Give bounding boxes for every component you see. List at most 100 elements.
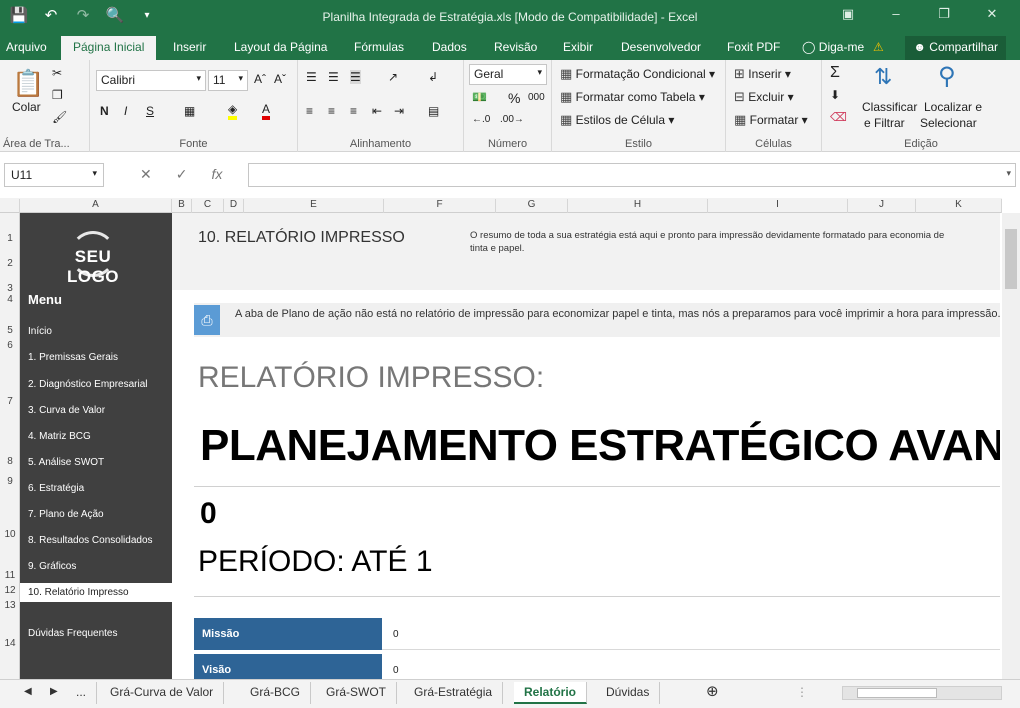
- sheet-tab-bcg[interactable]: Grá-BCG: [240, 682, 312, 704]
- increase-indent-icon[interactable]: ⇥: [394, 104, 404, 118]
- column-header[interactable]: I: [708, 199, 848, 213]
- sidebar-item-premissas[interactable]: 1. Premissas Gerais: [28, 352, 118, 363]
- next-sheet-icon[interactable]: ▶: [40, 682, 68, 704]
- sidebar-item-graficos[interactable]: 9. Gráficos: [28, 561, 76, 572]
- horizontal-scrollbar[interactable]: [842, 686, 1002, 700]
- more-sheets-button[interactable]: ...: [66, 682, 98, 704]
- currency-icon[interactable]: 💵: [472, 90, 487, 104]
- align-bottom-icon[interactable]: ☰: [350, 70, 361, 84]
- minimize-icon[interactable]: –: [874, 6, 918, 22]
- column-header[interactable]: C: [192, 199, 224, 213]
- borders-icon[interactable]: ▦: [184, 104, 195, 118]
- row-header[interactable]: 1: [0, 233, 20, 244]
- cancel-icon[interactable]: ✕: [140, 166, 152, 183]
- shrink-font-icon[interactable]: Aˇ: [274, 72, 286, 86]
- restore-icon[interactable]: ❐: [922, 6, 966, 22]
- prev-sheet-icon[interactable]: ◀: [14, 682, 42, 704]
- column-header[interactable]: E: [244, 199, 384, 213]
- ribbon-display-icon[interactable]: ▣: [826, 6, 870, 22]
- row-header[interactable]: 13: [0, 600, 20, 611]
- sheet-tab-estrategia[interactable]: Grá-Estratégia: [404, 682, 504, 704]
- autosum-icon[interactable]: Σ: [830, 64, 840, 82]
- orientation-icon[interactable]: ↗: [388, 70, 398, 84]
- percent-button[interactable]: %: [508, 90, 520, 106]
- tab-layout[interactable]: Layout da Página: [234, 36, 327, 60]
- column-header[interactable]: B: [172, 199, 192, 213]
- sheet-tab-relatorio[interactable]: Relatório: [514, 682, 588, 704]
- row-header[interactable]: 12: [0, 585, 20, 596]
- align-middle-icon[interactable]: ☰: [328, 70, 339, 84]
- paste-button[interactable]: Colar: [12, 100, 41, 114]
- tab-dados[interactable]: Dados: [432, 36, 467, 60]
- insert-function-icon[interactable]: fx: [211, 166, 222, 183]
- column-header[interactable]: J: [848, 199, 916, 213]
- column-header[interactable]: D: [224, 199, 244, 213]
- row-header[interactable]: 11: [0, 570, 20, 581]
- format-painter-icon[interactable]: 🖌: [52, 110, 67, 124]
- row-header[interactable]: 14: [0, 638, 20, 649]
- align-center-icon[interactable]: ≡: [328, 104, 335, 118]
- select-all-corner[interactable]: [0, 199, 20, 213]
- tab-pagina-inicial[interactable]: Página Inicial: [61, 36, 157, 60]
- underline-button[interactable]: S: [146, 104, 154, 118]
- close-icon[interactable]: ✕: [970, 6, 1014, 22]
- find-select-button[interactable]: Localizar e: [924, 100, 982, 114]
- clear-icon[interactable]: ⌫: [830, 110, 847, 124]
- row-header[interactable]: 3: [0, 283, 20, 294]
- row-header[interactable]: 2: [0, 258, 20, 269]
- align-left-icon[interactable]: ≡: [306, 104, 313, 118]
- enter-icon[interactable]: ✓: [176, 166, 188, 183]
- tab-splitter-icon[interactable]: ⋮: [786, 682, 818, 704]
- find-icon[interactable]: ⚲: [938, 62, 956, 91]
- font-name-select[interactable]: Calibri ▾: [96, 70, 206, 91]
- formula-input[interactable]: ▾: [248, 163, 1016, 187]
- sidebar-item-curva-valor[interactable]: 3. Curva de Valor: [28, 405, 105, 416]
- sheet-tab-swot[interactable]: Grá-SWOT: [316, 682, 397, 704]
- sheet-tab-curva-valor[interactable]: Grá-Curva de Valor: [100, 682, 225, 704]
- tab-arquivo[interactable]: Arquivo: [6, 36, 47, 60]
- wrap-text-icon[interactable]: ↲: [428, 70, 438, 84]
- tab-revisao[interactable]: Revisão: [494, 36, 537, 60]
- delete-cells-button[interactable]: ⊟ Excluir ▾: [734, 89, 794, 105]
- align-right-icon[interactable]: ≡: [350, 104, 357, 118]
- sidebar-item-inicio[interactable]: Início: [28, 326, 52, 337]
- fill-color-icon[interactable]: ◈: [228, 102, 238, 120]
- font-color-icon[interactable]: A: [262, 102, 271, 120]
- sort-filter-label2[interactable]: e Filtrar: [864, 116, 905, 130]
- decrease-indent-icon[interactable]: ⇤: [372, 104, 382, 118]
- number-format-select[interactable]: Geral ▾: [469, 64, 547, 85]
- column-header[interactable]: G: [496, 199, 568, 213]
- scroll-thumb[interactable]: [1005, 229, 1017, 289]
- row-header[interactable]: 5: [0, 325, 20, 336]
- visao-value[interactable]: 0: [382, 654, 1000, 679]
- sort-filter-icon[interactable]: ⇅: [874, 64, 892, 90]
- italic-button[interactable]: I: [124, 104, 127, 118]
- warning-icon[interactable]: ⚠: [873, 36, 884, 60]
- copy-icon[interactable]: ❐: [52, 88, 63, 102]
- sidebar-item-relatorio[interactable]: 10. Relatório Impresso: [20, 583, 172, 602]
- tab-inserir[interactable]: Inserir: [173, 36, 206, 60]
- printer-icon[interactable]: ⎙: [194, 305, 220, 335]
- align-top-icon[interactable]: ☰: [306, 70, 317, 84]
- sheet-tab-duvidas[interactable]: Dúvidas: [596, 682, 661, 704]
- row-header[interactable]: 4: [0, 294, 20, 305]
- row-header[interactable]: 10: [0, 529, 20, 540]
- vertical-scrollbar[interactable]: [1002, 213, 1020, 679]
- find-select-label2[interactable]: Selecionar: [920, 116, 977, 130]
- column-header[interactable]: H: [568, 199, 708, 213]
- row-header[interactable]: 8: [0, 456, 20, 467]
- bold-button[interactable]: N: [100, 104, 109, 118]
- cell-styles-button[interactable]: ▦ Estilos de Célula ▾: [560, 112, 674, 128]
- row-header[interactable]: 6: [0, 340, 20, 351]
- merge-center-icon[interactable]: ▤: [428, 104, 439, 118]
- grow-font-icon[interactable]: Aˆ: [254, 72, 266, 86]
- tab-formulas[interactable]: Fórmulas: [354, 36, 404, 60]
- tab-desenvolvedor[interactable]: Desenvolvedor: [621, 36, 701, 60]
- column-header[interactable]: K: [916, 199, 1002, 213]
- sidebar-item-diagnostico[interactable]: 2. Diagnóstico Empresarial: [28, 379, 148, 390]
- name-box[interactable]: U11 ▾: [4, 163, 104, 187]
- tab-exibir[interactable]: Exibir: [563, 36, 593, 60]
- sidebar-item-estrategia[interactable]: 6. Estratégia: [28, 483, 84, 494]
- column-header[interactable]: A: [20, 199, 172, 213]
- sort-filter-button[interactable]: Classificar: [862, 100, 917, 114]
